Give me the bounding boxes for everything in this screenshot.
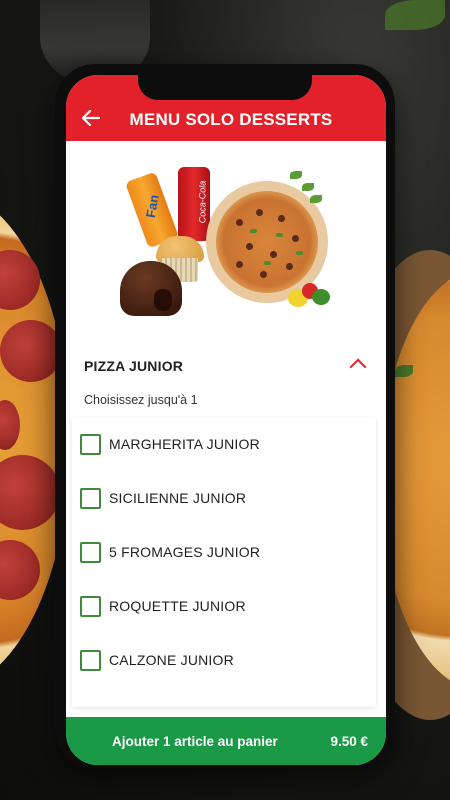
- basil-image: [310, 195, 322, 203]
- bell-pepper-image: [312, 289, 330, 305]
- phone-notch: [138, 68, 312, 100]
- option-calzone-junior[interactable]: CALZONE JUNIOR: [72, 633, 376, 687]
- checkbox[interactable]: [80, 433, 101, 455]
- options-list: MARGHERITA JUNIOR SICILIENNE JUNIOR 5 FR…: [72, 417, 376, 707]
- basil-image: [302, 183, 314, 191]
- checkbox[interactable]: [80, 541, 101, 563]
- lava-cake-image: [120, 261, 182, 316]
- coke-logo: Coca-Cola: [197, 180, 208, 224]
- option-margherita-junior[interactable]: MARGHERITA JUNIOR: [72, 417, 376, 471]
- option-label: 5 FROMAGES JUNIOR: [109, 544, 261, 560]
- coke-can-image: Coca-Cola: [178, 167, 210, 241]
- arrow-left-icon: [82, 110, 100, 126]
- cart-price: 9.50 €: [330, 733, 368, 749]
- basil-image: [290, 171, 302, 179]
- option-label: MARGHERITA JUNIOR: [109, 436, 260, 452]
- section-header-pizza-junior[interactable]: PIZZA JUNIOR: [66, 341, 386, 391]
- app-screen: MENU SOLO DESSERTS Fan Coca-Cola PIZZA J…: [66, 75, 386, 765]
- option-sicilienne-junior[interactable]: SICILIENNE JUNIOR: [72, 471, 376, 525]
- chevron-up-icon[interactable]: [349, 358, 367, 376]
- option-roquette-junior[interactable]: ROQUETTE JUNIOR: [72, 579, 376, 633]
- add-to-cart-button[interactable]: Ajouter 1 article au panier 9.50 €: [66, 717, 386, 765]
- checkbox[interactable]: [80, 649, 101, 671]
- add-to-cart-label: Ajouter 1 article au panier: [112, 733, 278, 749]
- fanta-logo: Fan: [142, 193, 162, 219]
- background-pepperoni: [0, 320, 62, 382]
- option-label: ROQUETTE JUNIOR: [109, 598, 246, 614]
- back-button[interactable]: [80, 107, 102, 129]
- menu-hero-image: Fan Coca-Cola: [66, 141, 386, 341]
- checkbox[interactable]: [80, 595, 101, 617]
- background-basil: [395, 365, 413, 377]
- section-title: PIZZA JUNIOR: [84, 358, 184, 374]
- background-plant: [385, 0, 445, 30]
- option-label: CALZONE JUNIOR: [109, 652, 234, 668]
- pizza-image: [216, 191, 318, 293]
- page-title: MENU SOLO DESSERTS: [129, 110, 333, 129]
- option-label: SICILIENNE JUNIOR: [109, 490, 247, 506]
- option-5-fromages-junior[interactable]: 5 FROMAGES JUNIOR: [72, 525, 376, 579]
- checkbox[interactable]: [80, 487, 101, 509]
- selection-limit-text: Choisissez jusqu'à 1: [84, 393, 198, 407]
